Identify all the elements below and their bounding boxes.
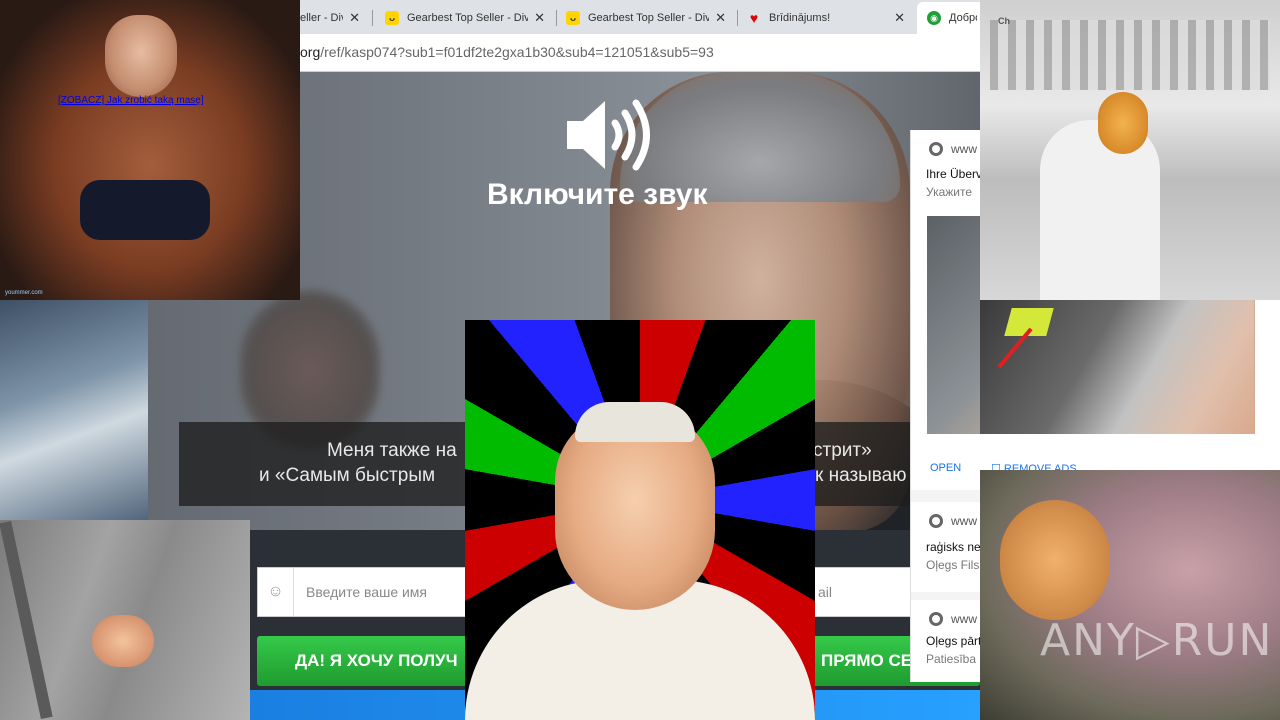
face-shape	[1098, 92, 1148, 154]
open-button[interactable]: OPEN	[930, 462, 961, 474]
tab-warning[interactable]: ♥ Brīdinājums! ✕	[737, 2, 915, 34]
close-icon[interactable]: ✕	[715, 10, 726, 26]
notification-title: raģisks nel	[926, 540, 984, 554]
subtitle-line-1-right: стрит»	[813, 440, 872, 461]
notification-title: Oļegs pārt	[926, 634, 982, 648]
portrait-overlay	[465, 320, 815, 720]
street-overlay	[0, 520, 250, 720]
tab-active[interactable]: ◉ Добро	[917, 2, 987, 34]
tab-gearbest-1[interactable]: eller - Div ✕	[290, 2, 370, 34]
sound-prompt[interactable]: Включите звук	[487, 178, 707, 212]
close-icon[interactable]: ✕	[894, 10, 905, 26]
pavement-crack	[0, 520, 53, 720]
tab-divider	[372, 10, 373, 26]
gearbest-icon: ᴗ	[566, 11, 580, 25]
butcher-figure	[1040, 120, 1160, 300]
notification-body: Patiesība n	[926, 652, 987, 666]
blurry-overlay	[980, 470, 1280, 720]
tab-gearbest-3[interactable]: ᴗ Gearbest Top Seller - Div ✕	[556, 2, 736, 34]
heart-icon: ♥	[749, 10, 759, 26]
bodybuilder-overlay: [ZOBACZ] Jak zrobić taką masę] yoummer.c…	[0, 0, 300, 300]
shop-brand: Ch	[998, 16, 1010, 26]
face-shape	[92, 615, 154, 667]
notification-body: Укажите	[926, 185, 973, 199]
tab-gearbest-2[interactable]: ᴗ Gearbest Top Seller - Div ✕	[375, 2, 555, 34]
hanging-sausages	[990, 20, 1270, 90]
tab-label: Brīdinājums!	[769, 12, 831, 24]
screen: eller - Div ✕ ᴗ Gearbest Top Seller - Di…	[0, 0, 1280, 720]
chrome-icon	[929, 612, 943, 626]
notification-source-label: www	[951, 142, 977, 156]
anyrun-watermark: ANY▷RUN	[1040, 615, 1274, 666]
url-domain: org	[300, 44, 321, 60]
tab-label: Gearbest Top Seller - Div	[407, 12, 529, 24]
submit-label-right: ПРЯМО СЕ	[821, 651, 913, 670]
notification-title: Ihre Überv	[926, 167, 983, 181]
name-placeholder: Введите ваше имя	[306, 584, 428, 600]
shorts-shape	[80, 180, 210, 240]
notification-source: www	[929, 514, 977, 528]
speaker-icon[interactable]	[565, 95, 660, 175]
subtitle-line-1-left: Меня также на	[327, 440, 457, 461]
subtitle-line-2-right: к называю	[815, 465, 907, 486]
url-path: /ref/kasp074?sub1=f01df2te2gxa1b30&sub4=…	[320, 44, 714, 60]
cap-shape	[575, 402, 695, 442]
zobacz-link[interactable]: [ZOBACZ] Jak zrobić taką masę]	[58, 95, 204, 106]
notification-source: www	[929, 612, 977, 626]
submit-button[interactable]: ДА! Я ХОЧУ ПОЛУЧ	[257, 636, 467, 686]
shop-overlay: Ch	[980, 0, 1280, 300]
close-icon[interactable]: ✕	[534, 10, 545, 26]
url-text[interactable]: org/ref/kasp074?sub1=f01df2te2gxa1b30&su…	[300, 44, 714, 60]
submit-label-left: ДА! Я ХОЧУ ПОЛУЧ	[295, 651, 458, 670]
subtitle-line-2-left: и «Самым быстрым	[259, 465, 436, 486]
mountain-thumbnail	[0, 300, 148, 520]
close-icon[interactable]: ✕	[349, 10, 360, 26]
chrome-icon	[929, 514, 943, 528]
chrome-icon	[929, 142, 943, 156]
notification-source-label: www	[951, 612, 977, 626]
tab-label: eller - Div	[300, 12, 344, 24]
card-reader-overlay	[980, 300, 1254, 434]
notification-source: www	[929, 142, 977, 156]
gearbest-icon: ᴗ	[385, 11, 399, 25]
tab-label: Добро	[949, 12, 977, 24]
email-placeholder: ail	[818, 584, 833, 600]
image-watermark: yoummer.com	[5, 290, 43, 296]
face-shape	[1000, 500, 1110, 620]
tab-label: Gearbest Top Seller - Div	[588, 12, 710, 24]
user-icon: ☺	[258, 568, 294, 616]
name-input[interactable]: ☺ Введите ваше имя	[257, 567, 467, 617]
notification-body: Oļegs Fils :	[926, 558, 987, 572]
face-shape	[105, 15, 177, 97]
site-icon: ◉	[927, 11, 941, 25]
notification-source-label: www	[951, 514, 977, 528]
